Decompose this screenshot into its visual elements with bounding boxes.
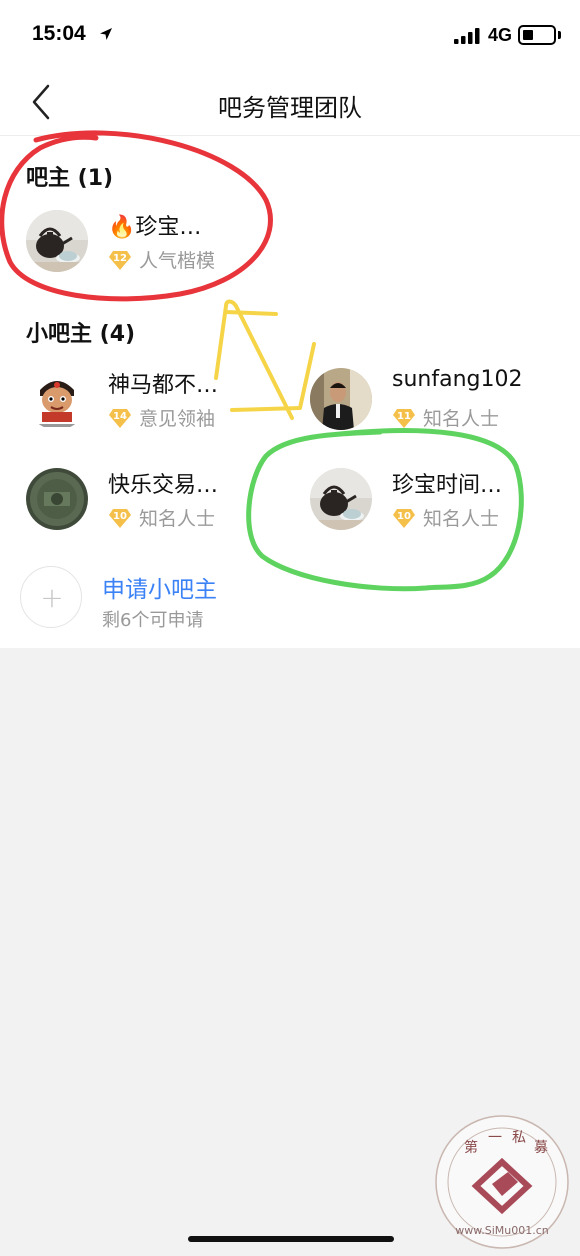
screen: 15:04 4G 吧务管理团队 吧主 (1) 🔥珍宝… 12 人气楷模 小吧主 … <box>0 0 580 1256</box>
member-name: 珍宝时间… <box>392 473 503 498</box>
member-title: 知名人士 <box>139 508 216 530</box>
member-badge: 12 人气楷模 <box>108 246 215 273</box>
home-indicator[interactable] <box>188 1236 394 1242</box>
flame-icon: 🔥 <box>108 215 136 240</box>
avatar <box>26 468 88 530</box>
cellular-signal-icon <box>454 28 480 44</box>
member-title: 人气楷模 <box>139 250 216 272</box>
location-arrow-icon <box>100 28 112 40</box>
avatar <box>26 368 88 430</box>
simu-watermark-logo: 第 一 私 募 www.SiMu001.cn <box>435 1115 569 1249</box>
watermark-char-2: 一 <box>488 1130 502 1146</box>
battery-icon <box>518 25 556 45</box>
status-bar: 15:04 4G <box>0 0 580 70</box>
level-diamond-icon: 11 <box>392 406 416 430</box>
member-assistant-1[interactable]: 神马都不… 14 意见领袖 <box>26 360 276 440</box>
assistant-section-title: 小吧主 (4) <box>26 322 136 347</box>
apply-label: 申请小吧主 <box>102 577 217 603</box>
person-photo-avatar-icon <box>310 368 372 430</box>
member-name-row: 🔥珍宝… <box>108 209 201 241</box>
level-diamond-icon: 12 <box>108 248 132 272</box>
tea-cake-avatar-icon <box>26 468 88 530</box>
watermark-char-1: 第 <box>464 1139 478 1156</box>
avatar <box>26 210 88 272</box>
battery-tip <box>558 31 561 39</box>
member-name: sunfang102 <box>392 367 523 392</box>
level-number: 10 <box>113 510 127 522</box>
apply-circle: + <box>20 566 82 628</box>
teapot-avatar-icon <box>26 210 88 272</box>
level-number: 14 <box>113 410 127 422</box>
watermark-char-3: 私 <box>512 1130 526 1146</box>
avatar <box>310 468 372 530</box>
level-number: 11 <box>397 410 411 422</box>
member-badge: 10 知名人士 <box>392 504 499 531</box>
level-diamond-icon: 14 <box>108 406 132 430</box>
owner-section-title: 吧主 (1) <box>26 166 114 191</box>
member-badge: 11 知名人士 <box>392 404 499 431</box>
level-number: 10 <box>397 510 411 522</box>
member-assistant-4[interactable]: 珍宝时间… 10 知名人士 <box>310 460 560 540</box>
member-assistant-3[interactable]: 快乐交易… 10 知名人士 <box>26 460 276 540</box>
network-type: 4G <box>488 25 513 45</box>
nav-bar: 吧务管理团队 <box>0 70 580 136</box>
member-name: 珍宝… <box>135 215 202 240</box>
member-owner[interactable]: 🔥珍宝… 12 人气楷模 <box>26 202 276 282</box>
member-title: 知名人士 <box>423 508 500 530</box>
watermark-char-4: 募 <box>534 1140 548 1156</box>
member-title: 知名人士 <box>423 408 500 430</box>
level-number: 12 <box>113 252 127 264</box>
avatar <box>310 368 372 430</box>
member-title: 意见领袖 <box>139 408 216 430</box>
level-diamond-icon: 10 <box>392 506 416 530</box>
apply-remaining: 剩6个可申请 <box>102 610 204 631</box>
member-badge: 10 知名人士 <box>108 504 215 531</box>
page-title: 吧务管理团队 <box>218 94 362 122</box>
apply-assistant-button[interactable]: + 申请小吧主 剩6个可申请 <box>20 566 320 632</box>
member-assistant-2[interactable]: sunfang102 11 知名人士 <box>310 360 560 440</box>
plus-icon: + <box>40 581 64 614</box>
member-name: 快乐交易… <box>108 473 219 498</box>
teapot-avatar-icon <box>310 468 372 530</box>
watermark-url: www.SiMu001.cn <box>455 1224 549 1237</box>
level-diamond-icon: 10 <box>108 506 132 530</box>
member-name: 神马都不… <box>108 373 219 398</box>
cartoon-character-avatar-icon <box>26 368 88 430</box>
status-time: 15:04 <box>32 22 86 45</box>
member-badge: 14 意见领袖 <box>108 404 215 431</box>
